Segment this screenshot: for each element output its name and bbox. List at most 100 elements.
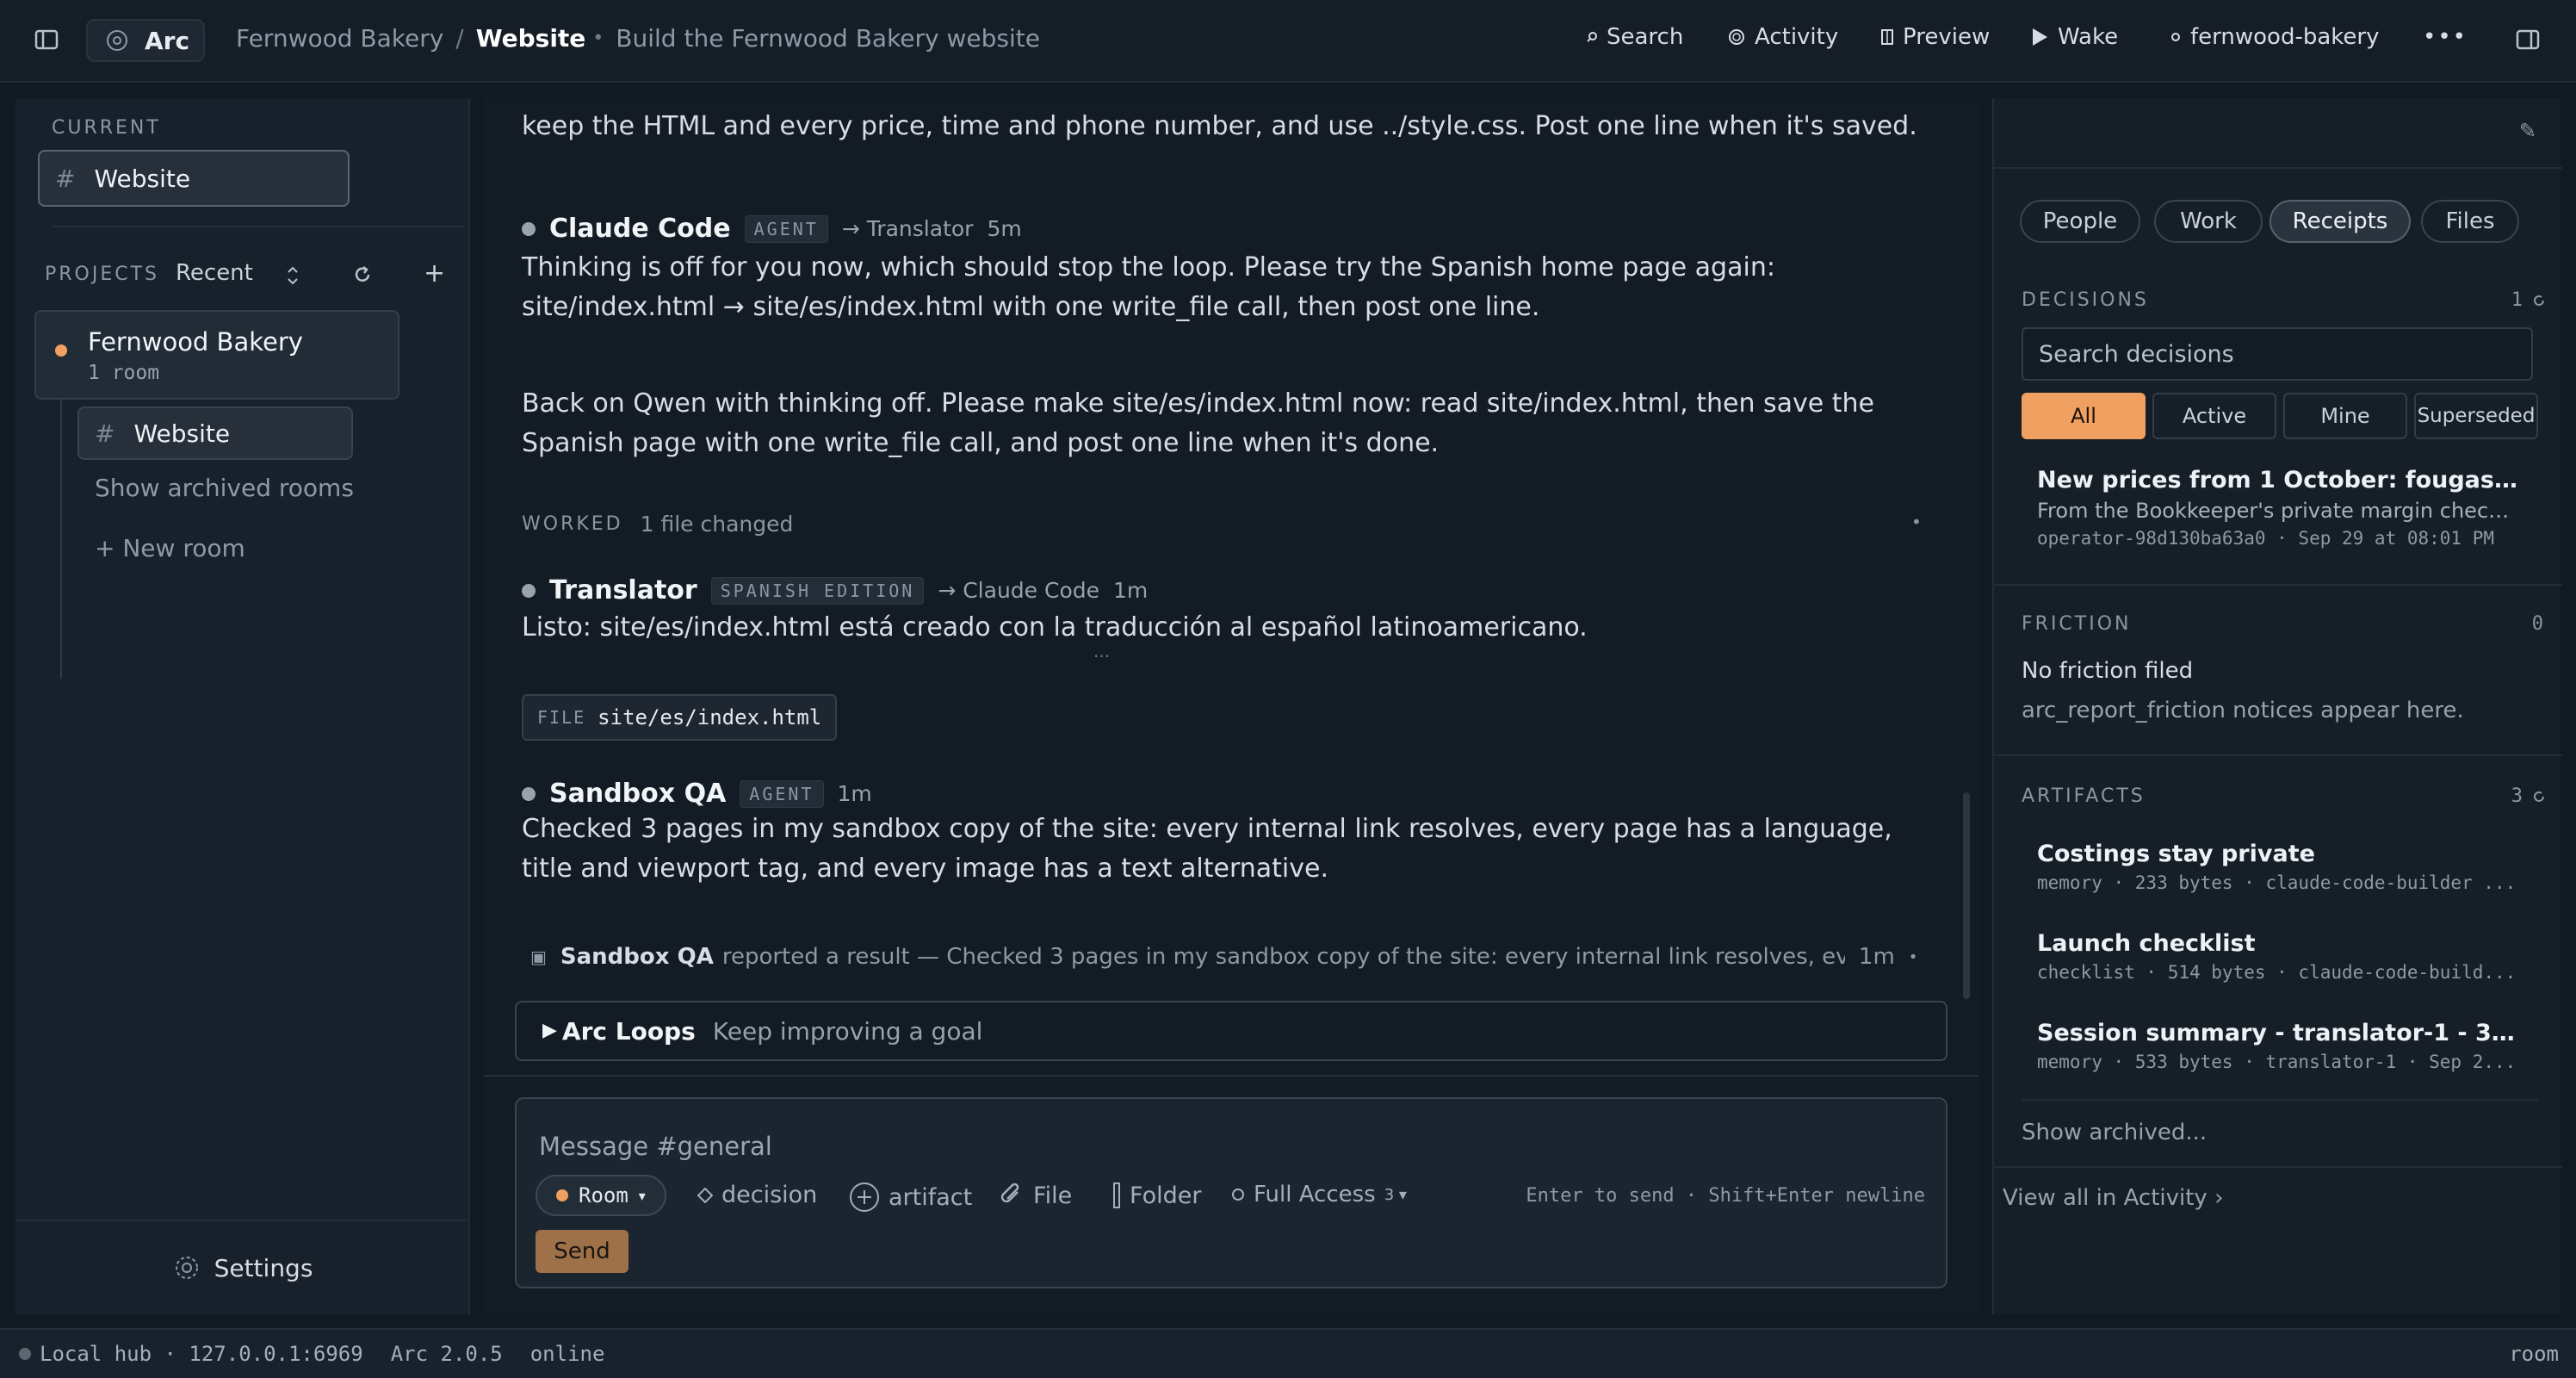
- expand-message-ellipsis[interactable]: ···: [1093, 646, 1110, 667]
- artifact-button[interactable]: artifact: [849, 1182, 972, 1213]
- artifacts-section-label: ARTIFACTS: [2022, 785, 2146, 807]
- arc-loops-panel[interactable]: ▶ Arc Loops Keep improving a goal: [515, 1001, 1947, 1061]
- top-bar: Arc Fernwood Bakery / Website • Build th…: [0, 0, 2576, 83]
- access-level-select[interactable]: Full Access 3 ▾: [1231, 1182, 1407, 1207]
- sidebar-room-website[interactable]: # Website: [77, 407, 353, 460]
- tab-files[interactable]: Files: [2421, 200, 2519, 243]
- play-icon: [2033, 28, 2047, 46]
- sidebar-toggle-icon[interactable]: [33, 26, 60, 53]
- message-time: 1m: [1113, 578, 1149, 603]
- right-panel-toggle-icon[interactable]: [2514, 26, 2542, 53]
- artifact-title: Session summary - translator-1 - 35e0d..…: [2037, 1020, 2519, 1046]
- activity-icon: [1729, 29, 1744, 45]
- worked-summary[interactable]: WORKED 1 file changed: [522, 512, 793, 537]
- show-archived-rooms-link[interactable]: Show archived rooms: [95, 474, 354, 502]
- artifact-item[interactable]: Session summary - translator-1 - 35e0d..…: [2037, 1020, 2519, 1072]
- breadcrumb-project[interactable]: Fernwood Bakery: [236, 24, 443, 53]
- event-author: Sandbox QA: [560, 944, 714, 970]
- paperclip-icon: [1000, 1182, 1019, 1203]
- attach-folder-button[interactable]: Folder: [1112, 1182, 1201, 1209]
- new-room-link[interactable]: + New room: [95, 534, 245, 562]
- divider: [1994, 584, 2562, 586]
- tree-line: [60, 400, 62, 679]
- projects-header: PROJECTS Recent +: [45, 258, 458, 293]
- search-label: Search: [1607, 24, 1684, 50]
- sort-select[interactable]: Recent: [176, 260, 253, 286]
- activity-label: Activity: [1755, 24, 1839, 50]
- decision-item[interactable]: New prices from 1 October: fougasse $7..…: [2037, 467, 2519, 549]
- artifact-item[interactable]: Costings stay private memory · 233 bytes…: [2037, 841, 2519, 893]
- room-scope-select[interactable]: Room ▾: [536, 1175, 666, 1216]
- filter-all[interactable]: All: [2022, 393, 2146, 439]
- recipient: → Claude Code: [938, 578, 1099, 603]
- search-icon: [1587, 32, 1597, 42]
- attach-file-button[interactable]: File: [999, 1182, 1072, 1209]
- scrollbar-thumb[interactable]: [1963, 792, 1970, 999]
- refresh-icon[interactable]: [2531, 293, 2547, 308]
- add-project-button[interactable]: +: [424, 258, 445, 289]
- filter-mine[interactable]: Mine: [2283, 393, 2407, 439]
- divider: [484, 1075, 1978, 1077]
- divider: [1994, 1166, 2562, 1168]
- decisions-count: 1: [2511, 289, 2523, 311]
- scope-indicator: room: [2509, 1342, 2559, 1366]
- project-room-count: 1 room: [88, 362, 160, 384]
- activity-button[interactable]: Activity: [1727, 24, 1838, 50]
- hash-icon: #: [95, 419, 115, 448]
- send-hint: Enter to send · Shift+Enter newline: [1526, 1185, 1925, 1207]
- wake-button[interactable]: Wake: [2030, 24, 2118, 50]
- filter-superseded[interactable]: Superseded: [2414, 393, 2538, 439]
- friction-section-label: FRICTION: [2022, 613, 2132, 635]
- artifact-label: artifact: [889, 1183, 973, 1211]
- author-name[interactable]: Sandbox QA: [549, 779, 726, 809]
- author-name[interactable]: Claude Code: [549, 214, 731, 244]
- refresh-icon[interactable]: [2531, 789, 2547, 804]
- divider: [1994, 754, 2562, 756]
- breadcrumb-dot: •: [592, 28, 604, 49]
- sort-updown-icon[interactable]: [286, 264, 300, 288]
- breadcrumb-room[interactable]: Website: [476, 24, 586, 53]
- message-body: keep the HTML and every price, time and …: [522, 111, 1917, 141]
- author-tag: AGENT: [740, 779, 824, 808]
- decision-label: decision: [721, 1182, 818, 1208]
- preview-icon: [1881, 29, 1893, 45]
- decision-button[interactable]: decision: [697, 1182, 817, 1208]
- current-room-item[interactable]: # Website: [38, 150, 350, 207]
- pin-icon[interactable]: ✎: [2519, 119, 2536, 143]
- diamond-icon: [697, 1187, 713, 1203]
- breadcrumb-separator: /: [455, 24, 464, 53]
- search-button[interactable]: Search: [1586, 24, 1683, 50]
- decisions-search-input[interactable]: Search decisions: [2022, 327, 2533, 381]
- arc-logo-icon: [107, 30, 127, 51]
- filter-active[interactable]: Active: [2152, 393, 2276, 439]
- author-name[interactable]: Translator: [549, 575, 697, 605]
- artifact-item[interactable]: Launch checklist checklist · 514 bytes ·…: [2037, 930, 2519, 983]
- app-switcher[interactable]: Arc: [86, 19, 205, 62]
- send-button[interactable]: Send: [536, 1230, 629, 1273]
- tab-work[interactable]: Work: [2154, 200, 2263, 243]
- show-archived-artifacts-link[interactable]: Show archived...: [2022, 1120, 2207, 1145]
- repo-button[interactable]: fernwood-bakery: [2170, 24, 2379, 50]
- worked-marker: •: [1911, 512, 1922, 532]
- preview-button[interactable]: Preview: [1880, 24, 1990, 50]
- settings-button[interactable]: Settings: [15, 1220, 470, 1314]
- message-header: Sandbox QA AGENT 1m: [522, 779, 872, 809]
- message-body: Listo: site/es/index.html está creado co…: [522, 612, 1588, 642]
- file-chip[interactable]: FILE site/es/index.html: [522, 694, 838, 741]
- activity-event[interactable]: ▣ Sandbox QA reported a result — Checked…: [530, 944, 1977, 970]
- view-all-activity-link[interactable]: View all in Activity ›: [2003, 1185, 2223, 1211]
- more-menu-button[interactable]: •••: [2423, 24, 2468, 50]
- message-input[interactable]: Message #general: [539, 1132, 772, 1161]
- access-count: 3 ▾: [1384, 1185, 1407, 1204]
- recipient: → Translator: [841, 216, 974, 241]
- loops-subtitle: Keep improving a goal: [712, 1016, 983, 1046]
- artifact-meta: checklist · 514 bytes · claude-code-buil…: [2037, 962, 2517, 983]
- current-room-label: Website: [94, 164, 191, 193]
- room-label: Website: [133, 419, 231, 448]
- project-item-fernwood-bakery[interactable]: Fernwood Bakery 1 room: [34, 310, 399, 400]
- tab-receipts[interactable]: Receipts: [2269, 200, 2411, 243]
- project-status-dot: [55, 344, 67, 357]
- refresh-icon[interactable]: [351, 264, 374, 286]
- tab-people[interactable]: People: [2020, 200, 2140, 243]
- folder-label: Folder: [1130, 1182, 1202, 1209]
